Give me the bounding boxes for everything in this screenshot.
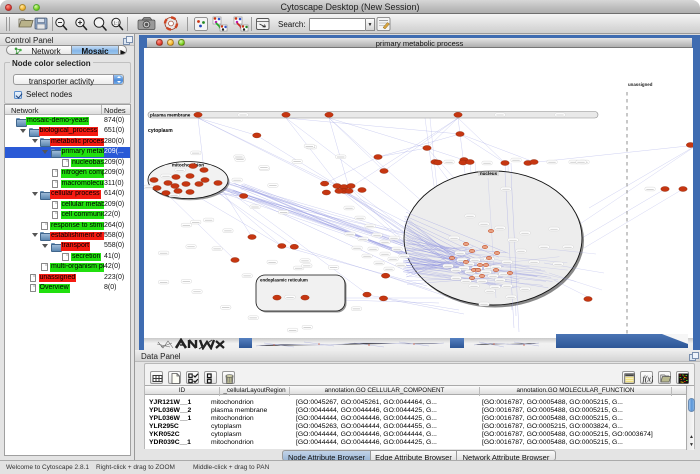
svg-text:f(x): f(x) bbox=[642, 374, 653, 383]
svg-text:mitochondrion: mitochondrion bbox=[172, 163, 204, 168]
svg-text:unassigned: unassigned bbox=[628, 82, 653, 87]
svg-text:nucleus: nucleus bbox=[480, 171, 498, 176]
svg-text:cytoplasm: cytoplasm bbox=[148, 128, 173, 134]
svg-text:1:1: 1:1 bbox=[114, 21, 121, 26]
svg-text:endoplasmic reticulum: endoplasmic reticulum bbox=[260, 278, 308, 283]
svg-text:plasma membrane: plasma membrane bbox=[150, 113, 191, 118]
